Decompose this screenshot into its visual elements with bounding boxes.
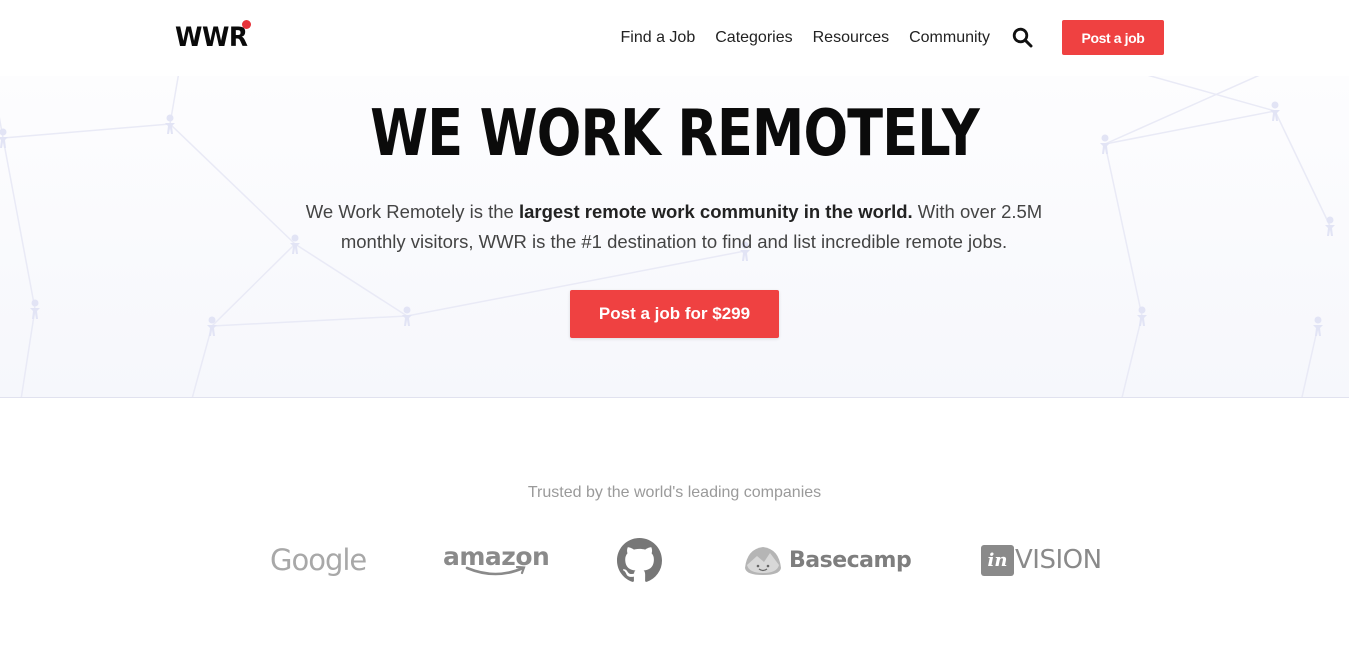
nav-resources[interactable]: Resources — [813, 29, 889, 47]
trusted-heading: Trusted by the world's leading companies — [527, 484, 822, 501]
network-line — [1274, 110, 1331, 227]
hero-title: WE WORK REMOTELY — [370, 97, 980, 171]
google-logo: Google — [270, 530, 367, 590]
person-node-icon — [402, 306, 412, 326]
person-node-icon — [1137, 306, 1147, 326]
invision-box: in — [981, 544, 1014, 576]
network-line — [1121, 315, 1143, 397]
post-job-cta-button[interactable]: Post a job for $299 — [570, 290, 779, 338]
basecamp-text: Basecamp — [789, 547, 912, 573]
amazon-logo: amazon — [443, 530, 550, 590]
network-line — [20, 308, 36, 397]
amazon-smile-icon — [465, 566, 526, 576]
invision-logo: in VISION — [981, 530, 1102, 590]
logo-dot — [242, 20, 251, 29]
desc-prefix: We Work Remotely is the — [305, 201, 519, 222]
person-node-icon — [207, 316, 217, 336]
search-icon[interactable] — [1011, 27, 1033, 49]
site-header: WWR Find a Job Categories Resources Comm… — [0, 0, 1349, 76]
network-line — [1301, 325, 1319, 397]
basecamp-icon — [745, 547, 781, 575]
nav-community[interactable]: Community — [909, 29, 990, 47]
post-job-button[interactable]: Post a job — [1062, 20, 1164, 55]
network-line — [2, 137, 36, 310]
github-icon — [617, 537, 662, 582]
desc-bold: largest remote work community in the wor… — [518, 201, 913, 222]
nav-find-a-job[interactable]: Find a Job — [621, 29, 696, 47]
google-text: Google — [270, 543, 367, 577]
person-node-icon — [30, 299, 40, 319]
github-logo — [617, 530, 662, 590]
network-line — [211, 315, 408, 327]
company-logos: Google amazon Basecamp in VISION — [0, 530, 1349, 590]
basecamp-logo: Basecamp — [743, 530, 912, 590]
person-node-icon — [1313, 316, 1323, 336]
network-line — [191, 325, 213, 397]
invision-text: VISION — [1015, 545, 1102, 575]
main-nav: Find a Job Categories Resources Communit… — [621, 20, 1164, 55]
hero-description: We Work Remotely is the largest remote w… — [274, 197, 1074, 257]
nav-categories[interactable]: Categories — [715, 29, 792, 47]
wwr-logo[interactable]: WWR — [175, 22, 248, 53]
hero-section: WE WORK REMOTELY We Work Remotely is the… — [0, 76, 1349, 398]
